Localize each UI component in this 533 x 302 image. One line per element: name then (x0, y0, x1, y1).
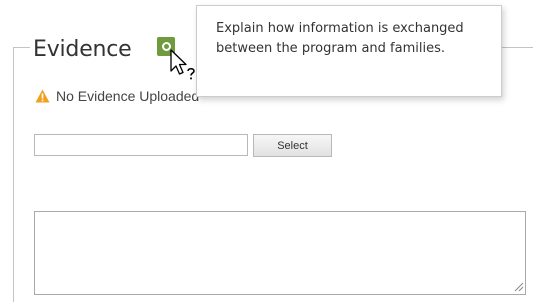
status-text: No Evidence Uploaded (56, 88, 200, 104)
select-file-button[interactable]: Select (253, 134, 332, 157)
evidence-page: Evidence No Evidence Uploaded Select Exp… (0, 0, 533, 302)
help-tooltip: Explain how information is exchanged bet… (196, 5, 502, 97)
section-legend: Evidence (33, 32, 132, 66)
help-cursor-icon (170, 49, 195, 80)
evidence-notes-textarea[interactable] (34, 211, 526, 295)
section-title: Evidence (33, 36, 132, 62)
fieldset-border-top-right (500, 47, 533, 48)
warning-triangle-icon (35, 89, 50, 103)
file-path-input[interactable] (34, 134, 248, 156)
fieldset-border-top-left (13, 47, 30, 48)
evidence-status: No Evidence Uploaded (35, 86, 199, 106)
resize-grip-icon[interactable] (512, 280, 524, 292)
tooltip-text: Explain how information is exchanged bet… (216, 21, 464, 56)
fieldset-border-left (13, 47, 14, 302)
